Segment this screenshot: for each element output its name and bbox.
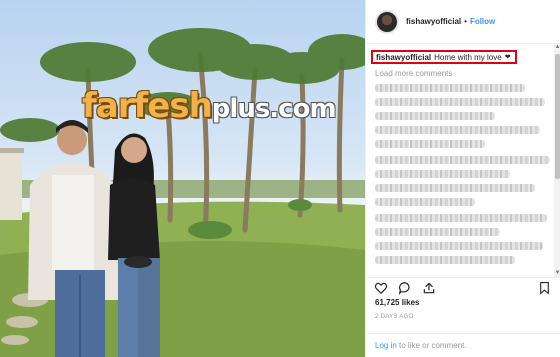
caption-username[interactable]: fishawyofficial: [376, 53, 431, 62]
login-link[interactable]: Log in: [375, 341, 397, 350]
share-arrow-icon[interactable]: [422, 281, 436, 295]
post-header: fishawyofficial • Follow: [366, 0, 560, 44]
scroll-down-arrow-icon[interactable]: ▼: [554, 270, 560, 277]
blurred-comment: [375, 256, 515, 264]
login-prompt-text: to like or comment.: [396, 341, 467, 350]
blurred-comment: [375, 126, 540, 134]
post-actions: [366, 277, 560, 298]
comments-scrollbar[interactable]: ▲ ▼: [554, 44, 560, 277]
follow-button[interactable]: Follow: [470, 17, 495, 26]
caption-text: Home with my love: [434, 52, 502, 62]
blurred-comment: [375, 170, 510, 178]
blurred-comment: [375, 156, 550, 164]
photo-scene: [0, 28, 365, 357]
header-username[interactable]: fishawyofficial: [406, 17, 461, 26]
comment-bubble-icon[interactable]: [398, 281, 412, 295]
blurred-comment: [375, 84, 525, 92]
post-timestamp: 2 DAYS AGO: [375, 314, 414, 320]
likes-count[interactable]: 61,725 likes: [375, 298, 419, 307]
blurred-comment: [375, 112, 495, 120]
caption-highlight: fishawyofficial Home with my love ❤: [371, 50, 517, 64]
header-separator: •: [464, 17, 467, 26]
blurred-comment: [375, 214, 547, 222]
scroll-up-arrow-icon[interactable]: ▲: [554, 44, 560, 51]
avatar[interactable]: [375, 9, 399, 34]
scroll-thumb[interactable]: [555, 54, 560, 179]
blurred-comment: [375, 98, 545, 106]
blurred-comment: [375, 184, 535, 192]
load-more-comments-button[interactable]: Load more comments: [375, 69, 452, 78]
post-side-panel: fishawyofficial • Follow fishawyofficial…: [365, 0, 560, 357]
heart-outline-icon[interactable]: [374, 281, 388, 295]
comments-list[interactable]: fishawyofficial Home with my love ❤ Load…: [366, 44, 554, 277]
login-prompt: Log in to like or comment.: [366, 333, 560, 357]
post-photo[interactable]: farfeshplus.com: [0, 0, 365, 357]
bookmark-icon[interactable]: [538, 281, 551, 295]
blurred-comment: [375, 242, 543, 250]
blurred-comment: [375, 140, 485, 148]
blurred-comment: [375, 198, 475, 206]
caption-heart: ❤: [504, 54, 511, 61]
watermark-suffix: plus.com: [211, 94, 337, 124]
blurred-comment: [375, 228, 500, 236]
watermark-logo: farfeshplus.com: [82, 86, 337, 126]
watermark-main: farfesh: [82, 86, 213, 126]
